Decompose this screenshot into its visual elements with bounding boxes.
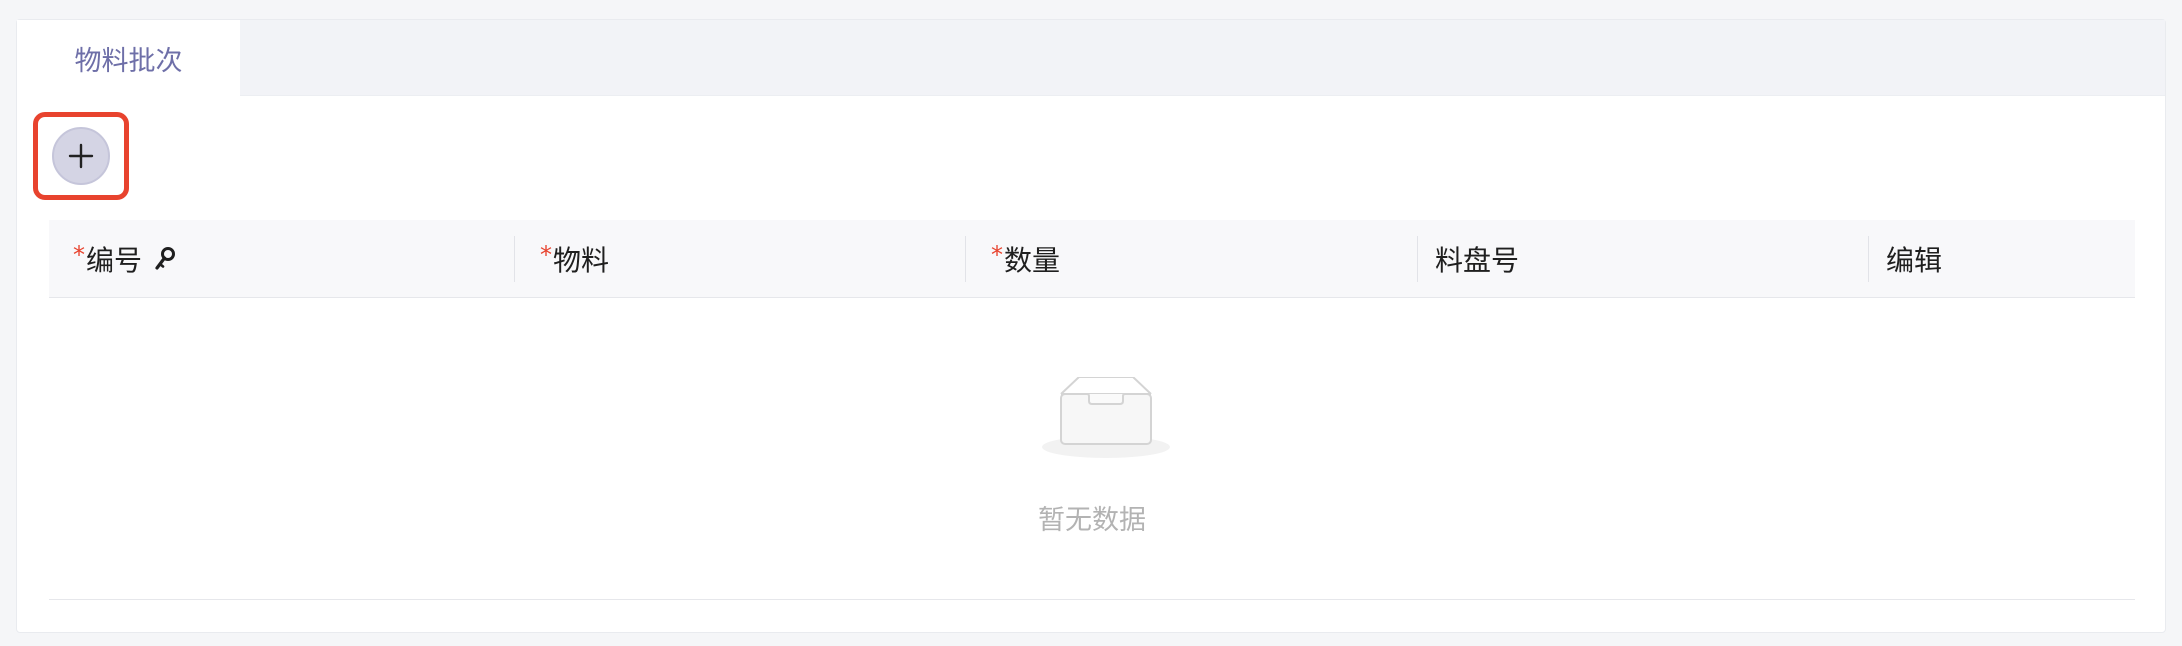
plus-icon xyxy=(68,143,94,169)
column-header-number[interactable]: * 编号 xyxy=(73,220,176,298)
required-mark: * xyxy=(991,241,1003,269)
column-header-material[interactable]: * 物料 xyxy=(540,220,609,298)
column-divider[interactable] xyxy=(514,236,515,282)
empty-state: 暂无数据 xyxy=(49,298,2135,600)
required-mark: * xyxy=(73,241,85,269)
column-divider[interactable] xyxy=(1868,236,1869,282)
add-row-button[interactable] xyxy=(52,127,110,185)
column-divider[interactable] xyxy=(965,236,966,282)
column-header-quantity[interactable]: * 数量 xyxy=(991,220,1060,298)
empty-inbox-icon xyxy=(1042,377,1170,458)
add-button-highlight xyxy=(33,112,129,200)
tab-material-batch[interactable]: 物料批次 xyxy=(17,20,240,97)
table-bottom-border xyxy=(49,599,2135,600)
material-batch-panel: 物料批次 * 编号 * 物料 * 数量 料盘号 编辑 暂无数据 xyxy=(16,19,2166,633)
tab-bar: 物料批次 xyxy=(17,20,2165,97)
table-header: * 编号 * 物料 * 数量 料盘号 编辑 xyxy=(49,220,2135,298)
empty-text: 暂无数据 xyxy=(1038,505,1146,536)
key-icon xyxy=(154,247,176,271)
column-header-edit[interactable]: 编辑 xyxy=(1886,220,1942,298)
column-header-tray-number[interactable]: 料盘号 xyxy=(1435,220,1519,298)
batch-table: * 编号 * 物料 * 数量 料盘号 编辑 暂无数据 xyxy=(49,220,2135,619)
required-mark: * xyxy=(540,241,552,269)
column-divider[interactable] xyxy=(1417,236,1418,282)
